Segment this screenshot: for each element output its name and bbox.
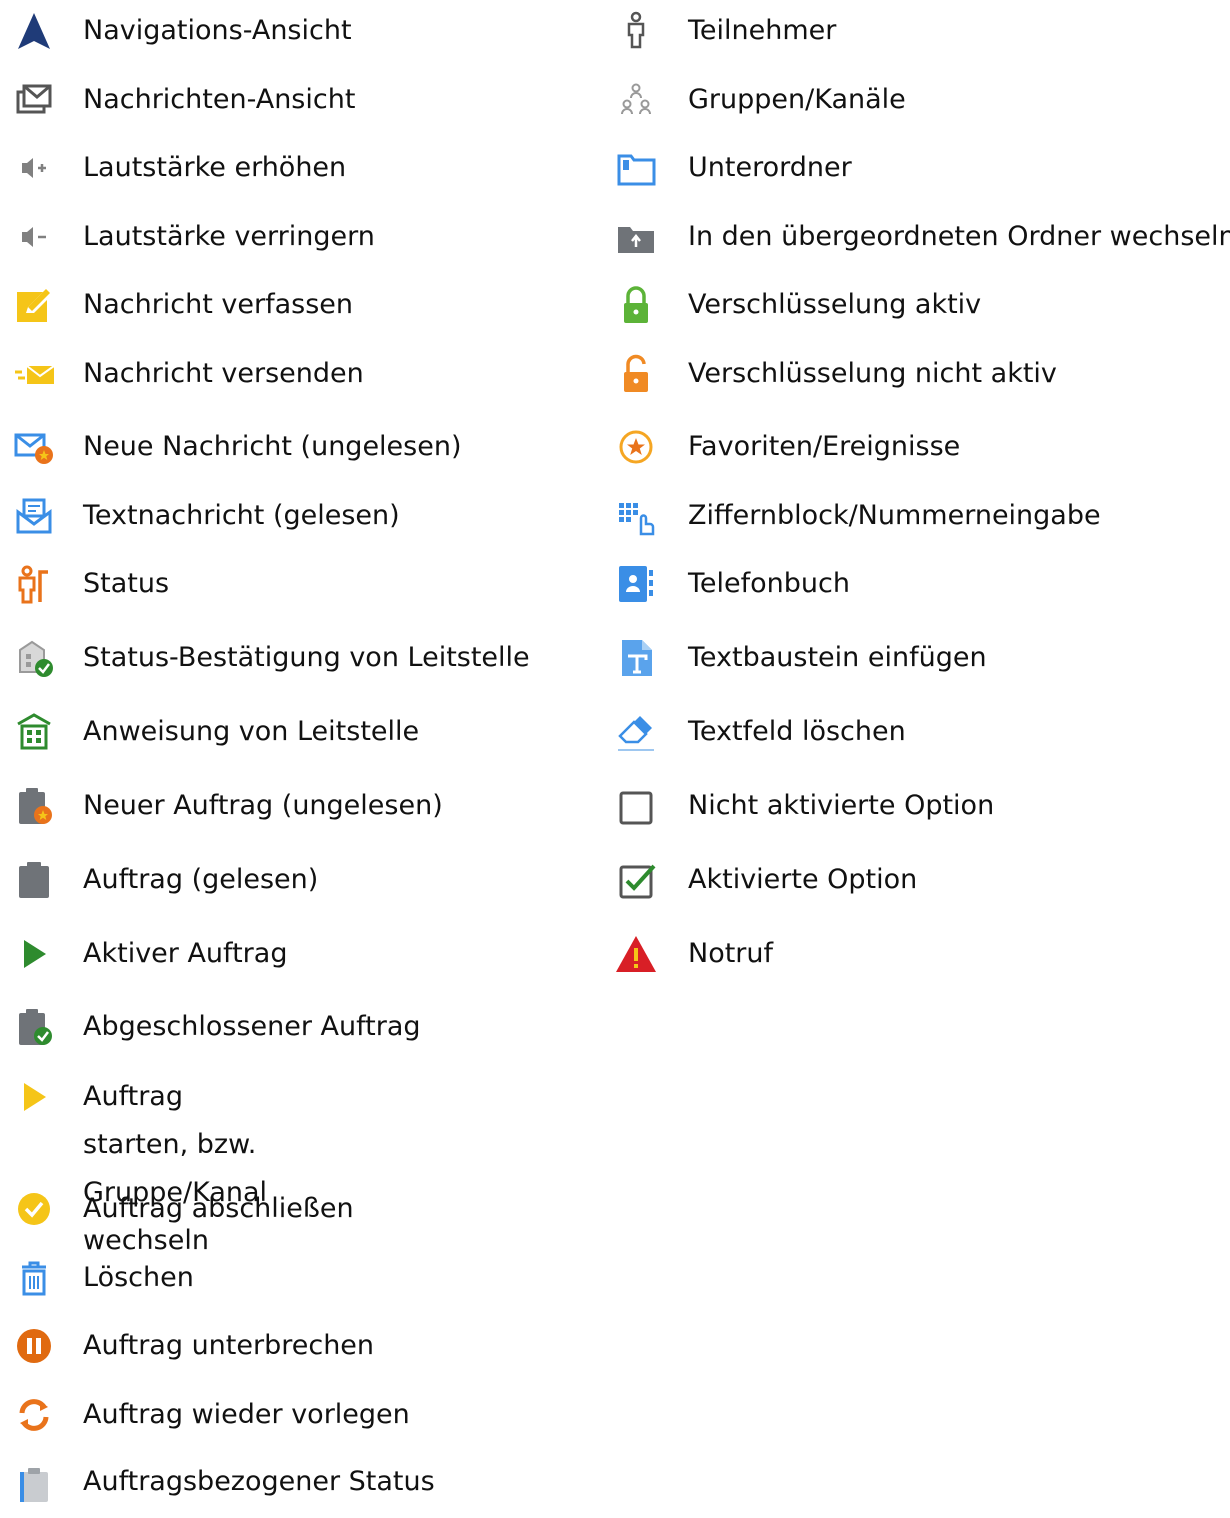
lock-closed-icon xyxy=(612,281,660,329)
status-icon xyxy=(10,560,58,608)
legend-label: Status-Bestätigung von Leitstelle xyxy=(83,642,530,673)
lock-open-icon xyxy=(612,350,660,398)
legend-label: Neuer Auftrag (ungelesen) xyxy=(83,790,443,821)
checkbox-checked-icon xyxy=(612,856,660,904)
dispatch-instruction-icon xyxy=(10,708,58,756)
resubmit-order-icon xyxy=(10,1391,58,1439)
new-message-unread-icon xyxy=(10,423,58,471)
legend-label: Ziffernblock/Nummerneingabe xyxy=(688,500,1101,531)
subfolder-icon xyxy=(612,144,660,192)
active-order-play-icon xyxy=(10,930,58,978)
legend-label: Telefonbuch xyxy=(688,568,850,599)
pause-order-icon xyxy=(10,1322,58,1370)
participant-icon xyxy=(612,7,660,55)
legend-label: Teilnehmer xyxy=(688,15,837,46)
legend-label: Auftrag (gelesen) xyxy=(83,864,319,895)
delete-trash-icon xyxy=(10,1254,58,1302)
legend-label: Notruf xyxy=(688,938,774,969)
legend-label: Unterordner xyxy=(688,152,852,183)
legend-label: Verschlüsselung nicht aktiv xyxy=(688,358,1057,389)
checkbox-unchecked-icon xyxy=(612,782,660,830)
legend-label: Nachricht verfassen xyxy=(83,289,354,320)
favorites-star-icon xyxy=(612,423,660,471)
legend-label: Status xyxy=(83,568,170,599)
legend-label: Textfeld löschen xyxy=(688,716,906,747)
legend-label: Auftragsbezogener Status xyxy=(83,1466,435,1497)
completed-order-icon xyxy=(10,1003,58,1051)
legend-label: Abgeschlossener Auftrag xyxy=(83,1011,421,1042)
legend-label: Lautstärke erhöhen xyxy=(83,152,347,183)
legend-label: Nachricht versenden xyxy=(83,358,364,389)
legend-label: Aktiver Auftrag xyxy=(83,938,288,969)
volume-up-icon xyxy=(10,144,58,192)
send-message-icon xyxy=(10,350,58,398)
legend-label: Navigations-Ansicht xyxy=(83,15,352,46)
legend-label: Auftrag unterbrechen xyxy=(83,1330,375,1361)
messages-view-icon xyxy=(10,76,58,124)
navigation-arrow-icon xyxy=(10,7,58,55)
legend-label: Textnachricht (gelesen) xyxy=(83,500,400,531)
insert-text-block-icon xyxy=(612,634,660,682)
order-status-icon xyxy=(10,1458,58,1506)
legend-label: Gruppen/Kanäle xyxy=(688,84,906,115)
eraser-icon xyxy=(612,708,660,756)
text-message-read-icon xyxy=(10,492,58,540)
phonebook-icon xyxy=(612,560,660,608)
legend-label: Favoriten/Ereignisse xyxy=(688,431,961,462)
legend-label: Neue Nachricht (ungelesen) xyxy=(83,431,462,462)
status-confirmation-icon xyxy=(10,634,58,682)
legend-label: Auftrag abschließen xyxy=(83,1193,354,1224)
legend-label: Aktivierte Option xyxy=(688,864,918,895)
legend-label: Lautstärke verringern xyxy=(83,221,375,252)
emergency-warning-icon xyxy=(612,930,660,978)
compose-message-icon xyxy=(10,281,58,329)
legend-label: Anweisung von Leitstelle xyxy=(83,716,420,747)
complete-order-check-icon xyxy=(10,1185,58,1233)
start-order-icon xyxy=(10,1073,58,1121)
parent-folder-icon xyxy=(612,213,660,261)
legend-label: Nicht aktivierte Option xyxy=(688,790,995,821)
legend-label: Löschen xyxy=(83,1262,194,1293)
order-read-icon xyxy=(10,856,58,904)
legend-label: Nachrichten-Ansicht xyxy=(83,84,356,115)
keypad-icon xyxy=(612,492,660,540)
legend-label: Auftrag wieder vorlegen xyxy=(83,1399,410,1430)
groups-channels-icon xyxy=(612,76,660,124)
legend-label: In den übergeordneten Ordner wechseln xyxy=(688,221,1230,252)
legend-label: Auftrag starten, bzw. Gruppe/Kanal wechs… xyxy=(83,1081,268,1256)
legend-label: Verschlüsselung aktiv xyxy=(688,289,982,320)
legend-label: Textbaustein einfügen xyxy=(688,642,987,673)
new-order-unread-icon xyxy=(10,782,58,830)
volume-down-icon xyxy=(10,213,58,261)
